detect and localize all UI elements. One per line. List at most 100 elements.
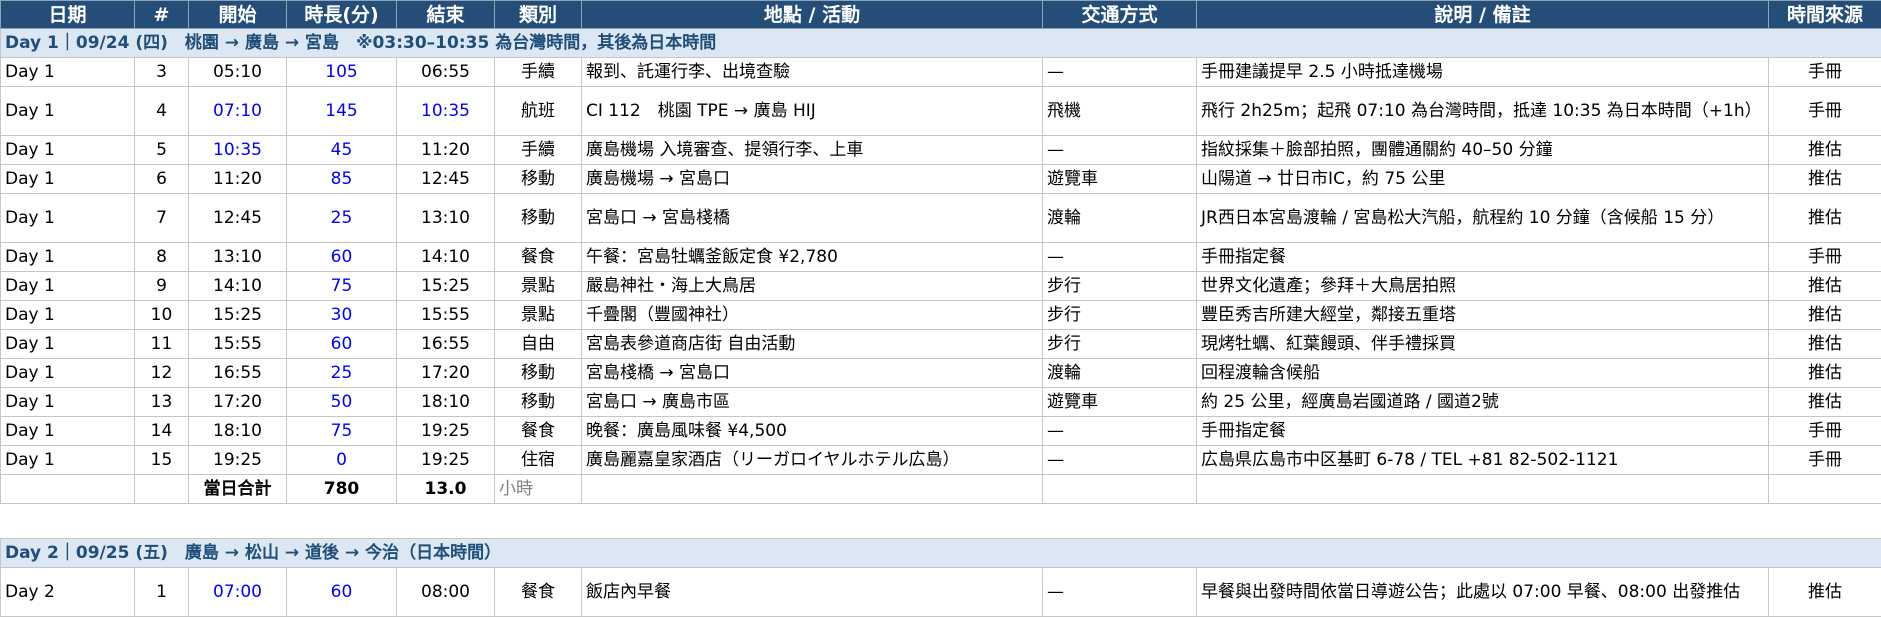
cell-source[interactable]: 推估 xyxy=(1769,359,1881,388)
total-hours[interactable]: 13.0 xyxy=(397,475,495,504)
cell-start[interactable]: 17:20 xyxy=(189,388,287,417)
cell-note[interactable]: 豐臣秀吉所建大經堂，鄰接五重塔 xyxy=(1197,301,1769,330)
cell-start[interactable]: 18:10 xyxy=(189,417,287,446)
cell-note[interactable]: 飛行 2h25m；起飛 07:10 為台灣時間，抵達 10:35 為日本時間（+… xyxy=(1197,87,1769,136)
cell-note[interactable]: JR西日本宮島渡輪 / 宮島松大汽船，航程約 10 分鐘（含候船 15 分） xyxy=(1197,194,1769,243)
cell-day[interactable]: Day 1 xyxy=(1,301,135,330)
cell-note[interactable]: 手冊指定餐 xyxy=(1197,243,1769,272)
cell-category[interactable]: 移動 xyxy=(495,359,582,388)
cell-day[interactable]: Day 1 xyxy=(1,359,135,388)
cell-day[interactable]: Day 1 xyxy=(1,243,135,272)
cell-end[interactable]: 11:20 xyxy=(397,136,495,165)
cell-start[interactable]: 12:45 xyxy=(189,194,287,243)
header-notes[interactable]: 說明 / 備註 xyxy=(1197,1,1769,29)
cell-number[interactable]: 10 xyxy=(135,301,189,330)
cell-number[interactable]: 13 xyxy=(135,388,189,417)
cell-start[interactable]: 07:10 xyxy=(189,87,287,136)
cell-source[interactable]: 手冊 xyxy=(1769,243,1881,272)
cell-start[interactable]: 05:10 xyxy=(189,58,287,87)
cell-start[interactable]: 14:10 xyxy=(189,272,287,301)
cell-category[interactable]: 手續 xyxy=(495,136,582,165)
cell-day[interactable]: Day 1 xyxy=(1,165,135,194)
cell-duration[interactable]: 60 xyxy=(287,243,397,272)
header-start[interactable]: 開始 xyxy=(189,1,287,29)
cell-duration[interactable]: 50 xyxy=(287,388,397,417)
cell-note[interactable]: 手冊建議提早 2.5 小時抵達機場 xyxy=(1197,58,1769,87)
cell-transport[interactable]: 渡輪 xyxy=(1043,359,1197,388)
cell-note[interactable]: 山陽道 → 廿日市IC，約 75 公里 xyxy=(1197,165,1769,194)
cell-transport[interactable]: 渡輪 xyxy=(1043,194,1197,243)
cell-number[interactable]: 4 xyxy=(135,87,189,136)
total-label[interactable]: 當日合計 xyxy=(189,475,287,504)
cell-note[interactable]: 指紋採集＋臉部拍照，團體通關約 40–50 分鐘 xyxy=(1197,136,1769,165)
day-banner[interactable]: Day 2｜09/25 (五) 廣島 → 松山 → 道後 → 今治（日本時間） xyxy=(1,539,1881,568)
cell-day[interactable]: Day 1 xyxy=(1,388,135,417)
header-transport[interactable]: 交通方式 xyxy=(1043,1,1197,29)
cell-empty[interactable] xyxy=(135,475,189,504)
cell-category[interactable]: 餐食 xyxy=(495,417,582,446)
cell-place[interactable]: 廣島機場 入境審查、提領行李、上車 xyxy=(582,136,1043,165)
cell-day[interactable]: Day 1 xyxy=(1,330,135,359)
cell-end[interactable]: 19:25 xyxy=(397,446,495,475)
cell-category[interactable]: 住宿 xyxy=(495,446,582,475)
cell-duration[interactable]: 0 xyxy=(287,446,397,475)
cell-transport[interactable]: 遊覽車 xyxy=(1043,165,1197,194)
cell-category[interactable]: 手續 xyxy=(495,58,582,87)
cell-end[interactable]: 13:10 xyxy=(397,194,495,243)
cell-transport[interactable]: 遊覽車 xyxy=(1043,388,1197,417)
cell-note[interactable]: 早餐與出發時間依當日導遊公告；此處以 07:00 早餐、08:00 出發推估 xyxy=(1197,568,1769,617)
cell-start[interactable]: 15:25 xyxy=(189,301,287,330)
cell-place[interactable]: 宮島棧橋 → 宮島口 xyxy=(582,359,1043,388)
cell-note[interactable]: 現烤牡蠣、紅葉饅頭、伴手禮採買 xyxy=(1197,330,1769,359)
cell-duration[interactable]: 30 xyxy=(287,301,397,330)
cell-day[interactable]: Day 1 xyxy=(1,87,135,136)
cell-start[interactable]: 13:10 xyxy=(189,243,287,272)
cell-duration[interactable]: 60 xyxy=(287,568,397,617)
cell-start[interactable]: 16:55 xyxy=(189,359,287,388)
cell-place[interactable]: 飯店內早餐 xyxy=(582,568,1043,617)
cell-number[interactable]: 14 xyxy=(135,417,189,446)
cell-place[interactable]: 千疊閣（豐國神社） xyxy=(582,301,1043,330)
cell-end[interactable]: 10:35 xyxy=(397,87,495,136)
cell-transport[interactable]: — xyxy=(1043,568,1197,617)
cell-source[interactable]: 推估 xyxy=(1769,272,1881,301)
cell-day[interactable]: Day 1 xyxy=(1,194,135,243)
cell-empty[interactable] xyxy=(1197,475,1769,504)
cell-place[interactable]: 晚餐：廣島風味餐 ¥4,500 xyxy=(582,417,1043,446)
cell-category[interactable]: 餐食 xyxy=(495,243,582,272)
cell-day[interactable]: Day 1 xyxy=(1,446,135,475)
cell-place[interactable]: 宮島口 → 廣島市區 xyxy=(582,388,1043,417)
header-date[interactable]: 日期 xyxy=(1,1,135,29)
cell-empty[interactable] xyxy=(1769,475,1881,504)
cell-category[interactable]: 移動 xyxy=(495,194,582,243)
cell-number[interactable]: 9 xyxy=(135,272,189,301)
cell-category[interactable]: 景點 xyxy=(495,301,582,330)
cell-number[interactable]: 6 xyxy=(135,165,189,194)
cell-start[interactable]: 15:55 xyxy=(189,330,287,359)
cell-number[interactable]: 12 xyxy=(135,359,189,388)
cell-source[interactable]: 手冊 xyxy=(1769,58,1881,87)
cell-place[interactable]: 報到、託運行李、出境查驗 xyxy=(582,58,1043,87)
cell-transport[interactable]: — xyxy=(1043,58,1197,87)
cell-category[interactable]: 移動 xyxy=(495,165,582,194)
cell-source[interactable]: 手冊 xyxy=(1769,446,1881,475)
cell-start[interactable]: 07:00 xyxy=(189,568,287,617)
cell-end[interactable]: 08:00 xyxy=(397,568,495,617)
cell-category[interactable]: 自由 xyxy=(495,330,582,359)
cell-transport[interactable]: — xyxy=(1043,417,1197,446)
cell-day[interactable]: Day 1 xyxy=(1,58,135,87)
cell-start[interactable]: 10:35 xyxy=(189,136,287,165)
cell-source[interactable]: 推估 xyxy=(1769,165,1881,194)
cell-note[interactable]: 回程渡輪含候船 xyxy=(1197,359,1769,388)
cell-end[interactable]: 14:10 xyxy=(397,243,495,272)
cell-duration[interactable]: 60 xyxy=(287,330,397,359)
cell-start[interactable]: 19:25 xyxy=(189,446,287,475)
cell-category[interactable]: 餐食 xyxy=(495,568,582,617)
cell-empty[interactable] xyxy=(1,475,135,504)
cell-duration[interactable]: 105 xyxy=(287,58,397,87)
cell-number[interactable]: 8 xyxy=(135,243,189,272)
cell-day[interactable]: Day 2 xyxy=(1,568,135,617)
cell-number[interactable]: 11 xyxy=(135,330,189,359)
cell-end[interactable]: 18:10 xyxy=(397,388,495,417)
cell-duration[interactable]: 25 xyxy=(287,194,397,243)
